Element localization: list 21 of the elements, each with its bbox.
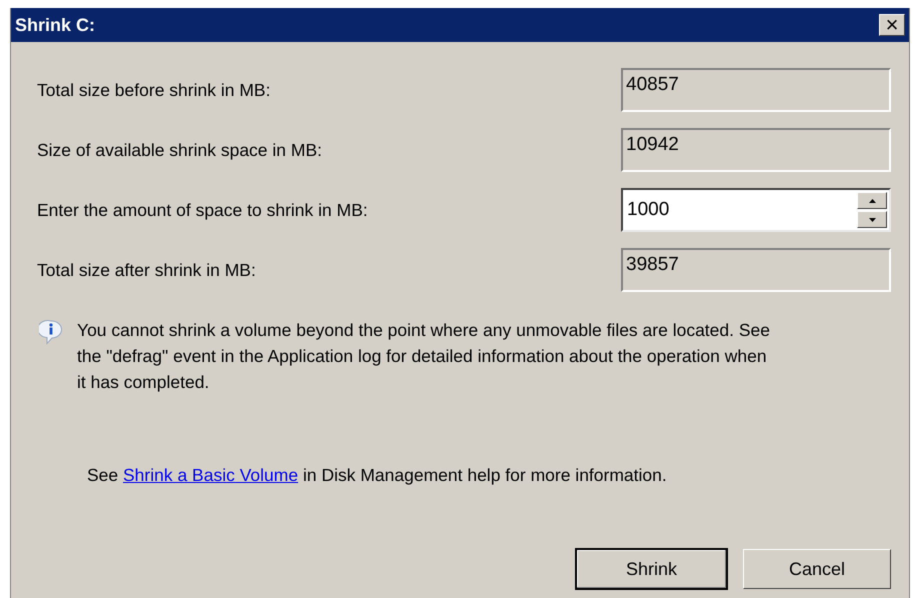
help-sentence: See Shrink a Basic Volume in Disk Management help for more information. [86,464,668,487]
field-label: Size of available shrink space in MB: [37,138,322,162]
close-button[interactable]: × [879,14,905,36]
readonly-field: 40857 [621,68,891,112]
spin-box[interactable]: 1000 [621,188,891,232]
field-label: Total size before shrink in MB: [37,78,270,102]
window-title: Shrink C: [15,14,96,36]
field-label: Total size after shrink in MB: [37,258,256,282]
spin-down-button[interactable] [857,211,887,228]
info-message: You cannot shrink a volume beyond the point where any unmovable files are located. See the "defrag" event in the Application log for detailed information about the operation when it has completed. [77,319,771,394]
spin-up-button[interactable] [857,192,887,209]
field-label: Enter the amount of space to shrink in MB: [37,198,368,222]
help-link[interactable]: Shrink a Basic Volume [123,465,298,485]
dialog-button[interactable]: Cancel [743,549,891,590]
readonly-field: 39857 [621,248,891,292]
readonly-field: 10942 [621,128,891,172]
info-icon [39,319,63,345]
up-arrow-icon [868,198,876,202]
number-input[interactable]: 1000 [623,196,857,224]
dialog-button[interactable]: Shrink [575,548,728,590]
down-arrow-icon [868,218,876,222]
